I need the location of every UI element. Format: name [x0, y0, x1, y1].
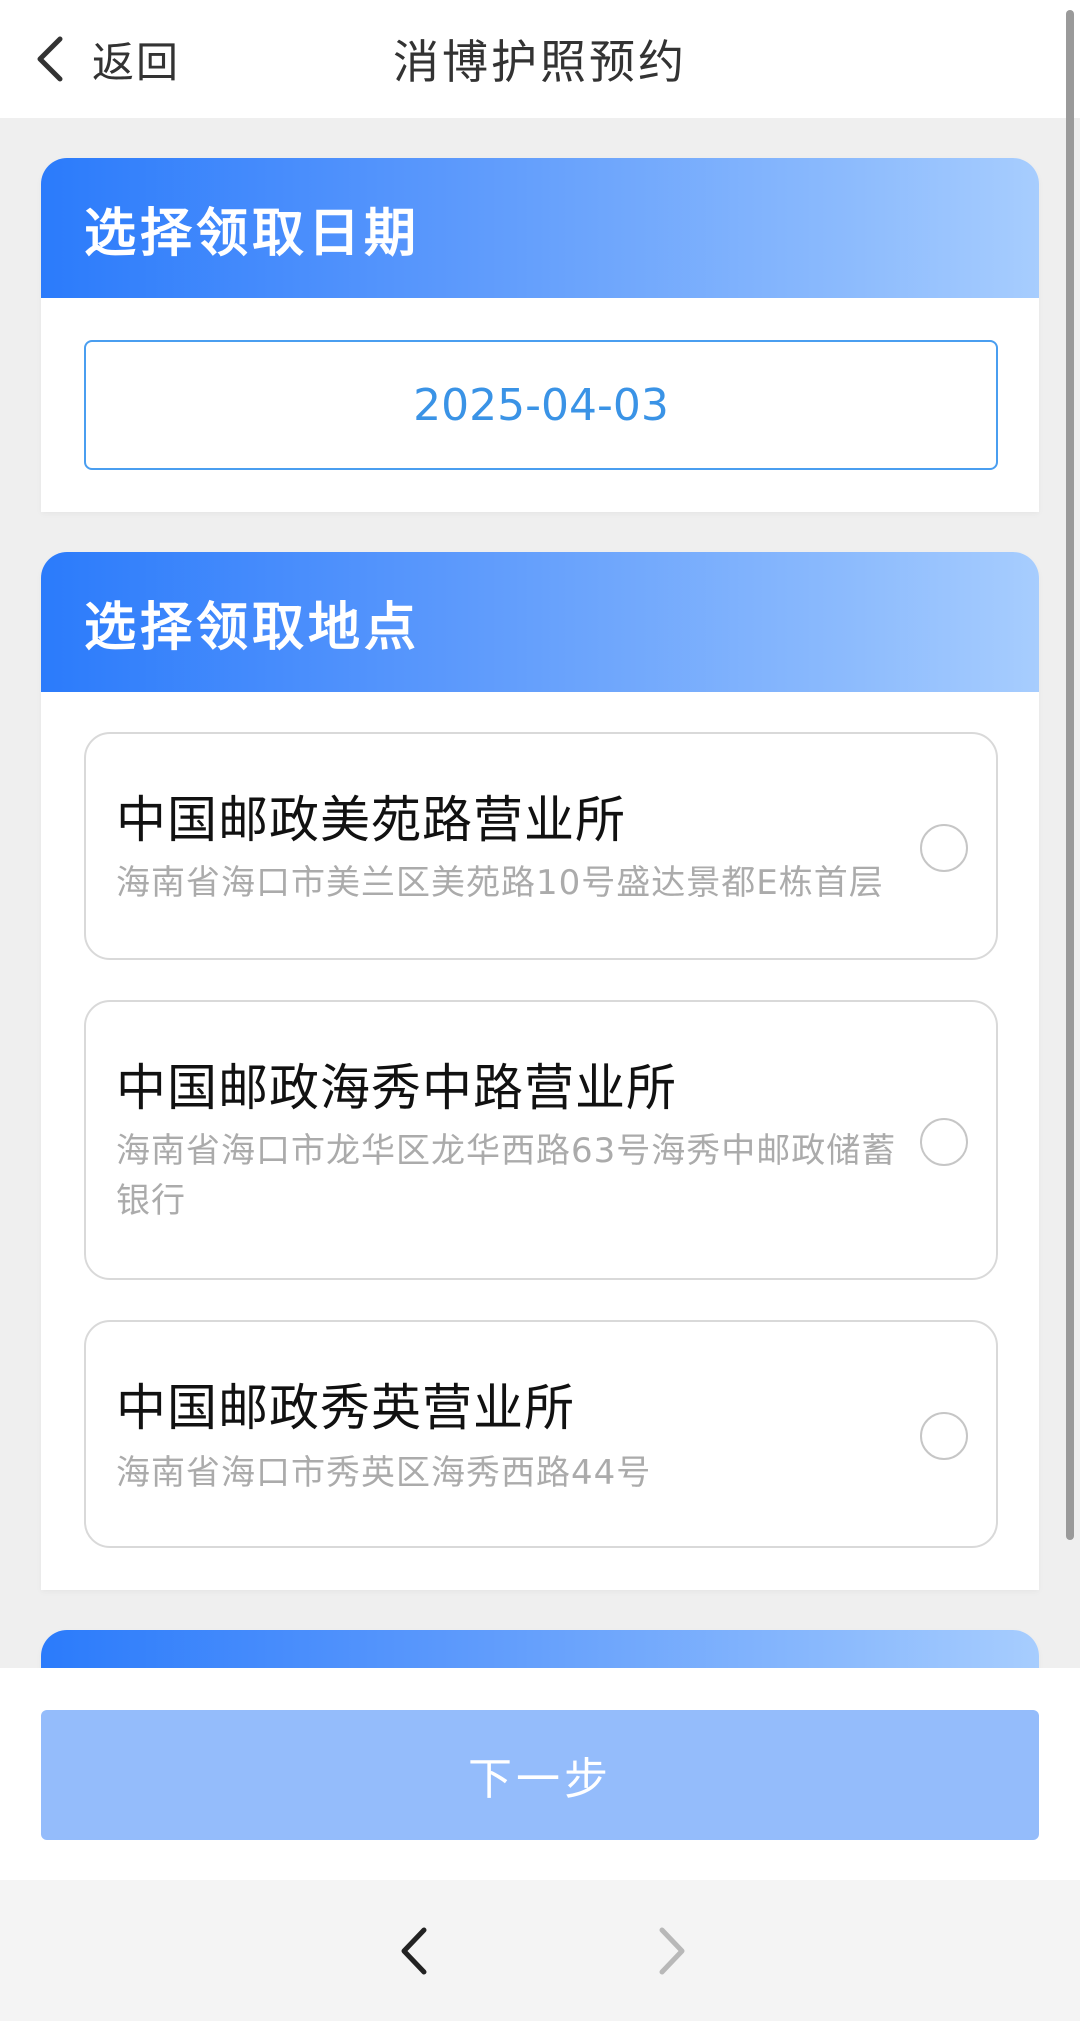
location-option[interactable]: 中国邮政海秀中路营业所 海南省海口市龙华区龙华西路63号海秀中邮政储蓄银行 — [84, 1000, 998, 1280]
location-name: 中国邮政海秀中路营业所 — [116, 1059, 677, 1117]
location-address: 海南省海口市龙华区龙华西路63号海秀中邮政储蓄银行 — [116, 1131, 897, 1221]
browser-nav-bar — [0, 1880, 1080, 2021]
chevron-right-icon[interactable] — [640, 1916, 700, 1986]
date-section-title: 选择领取日期 — [84, 203, 421, 264]
radio-button[interactable] — [920, 1118, 968, 1166]
radio-button[interactable] — [920, 824, 968, 872]
radio-button[interactable] — [920, 1412, 968, 1460]
action-bar: 下一步 — [0, 1668, 1080, 1880]
date-card: 选择领取日期 2025-04-03 — [41, 158, 1039, 512]
location-address: 海南省海口市秀英区海秀西路44号 — [116, 1453, 652, 1493]
location-name: 中国邮政秀英营业所 — [116, 1379, 575, 1437]
location-section-title: 选择领取地点 — [84, 597, 421, 658]
next-section-card-peek — [41, 1630, 1039, 1670]
page: 返回 消博护照预约 选择领取日期 2025-04-03 选择领取地点 中国邮政美… — [0, 0, 1080, 2021]
location-card-header: 选择领取地点 — [41, 552, 1039, 692]
page-title: 消博护照预约 — [393, 35, 687, 89]
next-section-header — [41, 1630, 1039, 1670]
date-card-header: 选择领取日期 — [41, 158, 1039, 298]
location-card: 选择领取地点 中国邮政美苑路营业所 海南省海口市美兰区美苑路10号盛达景都E栋首… — [41, 552, 1039, 1590]
location-option[interactable]: 中国邮政美苑路营业所 海南省海口市美兰区美苑路10号盛达景都E栋首层 — [84, 732, 998, 960]
location-option[interactable]: 中国邮政秀英营业所 海南省海口市秀英区海秀西路44号 — [84, 1320, 998, 1548]
chevron-left-icon[interactable] — [386, 1916, 446, 1986]
next-step-button[interactable]: 下一步 — [41, 1710, 1039, 1840]
scrollbar[interactable] — [1066, 10, 1074, 1540]
location-address: 海南省海口市美兰区美苑路10号盛达景都E栋首层 — [116, 863, 884, 903]
date-picker-field[interactable]: 2025-04-03 — [84, 340, 998, 470]
location-name: 中国邮政美苑路营业所 — [116, 791, 626, 849]
top-header: 返回 消博护照预约 — [0, 0, 1080, 118]
